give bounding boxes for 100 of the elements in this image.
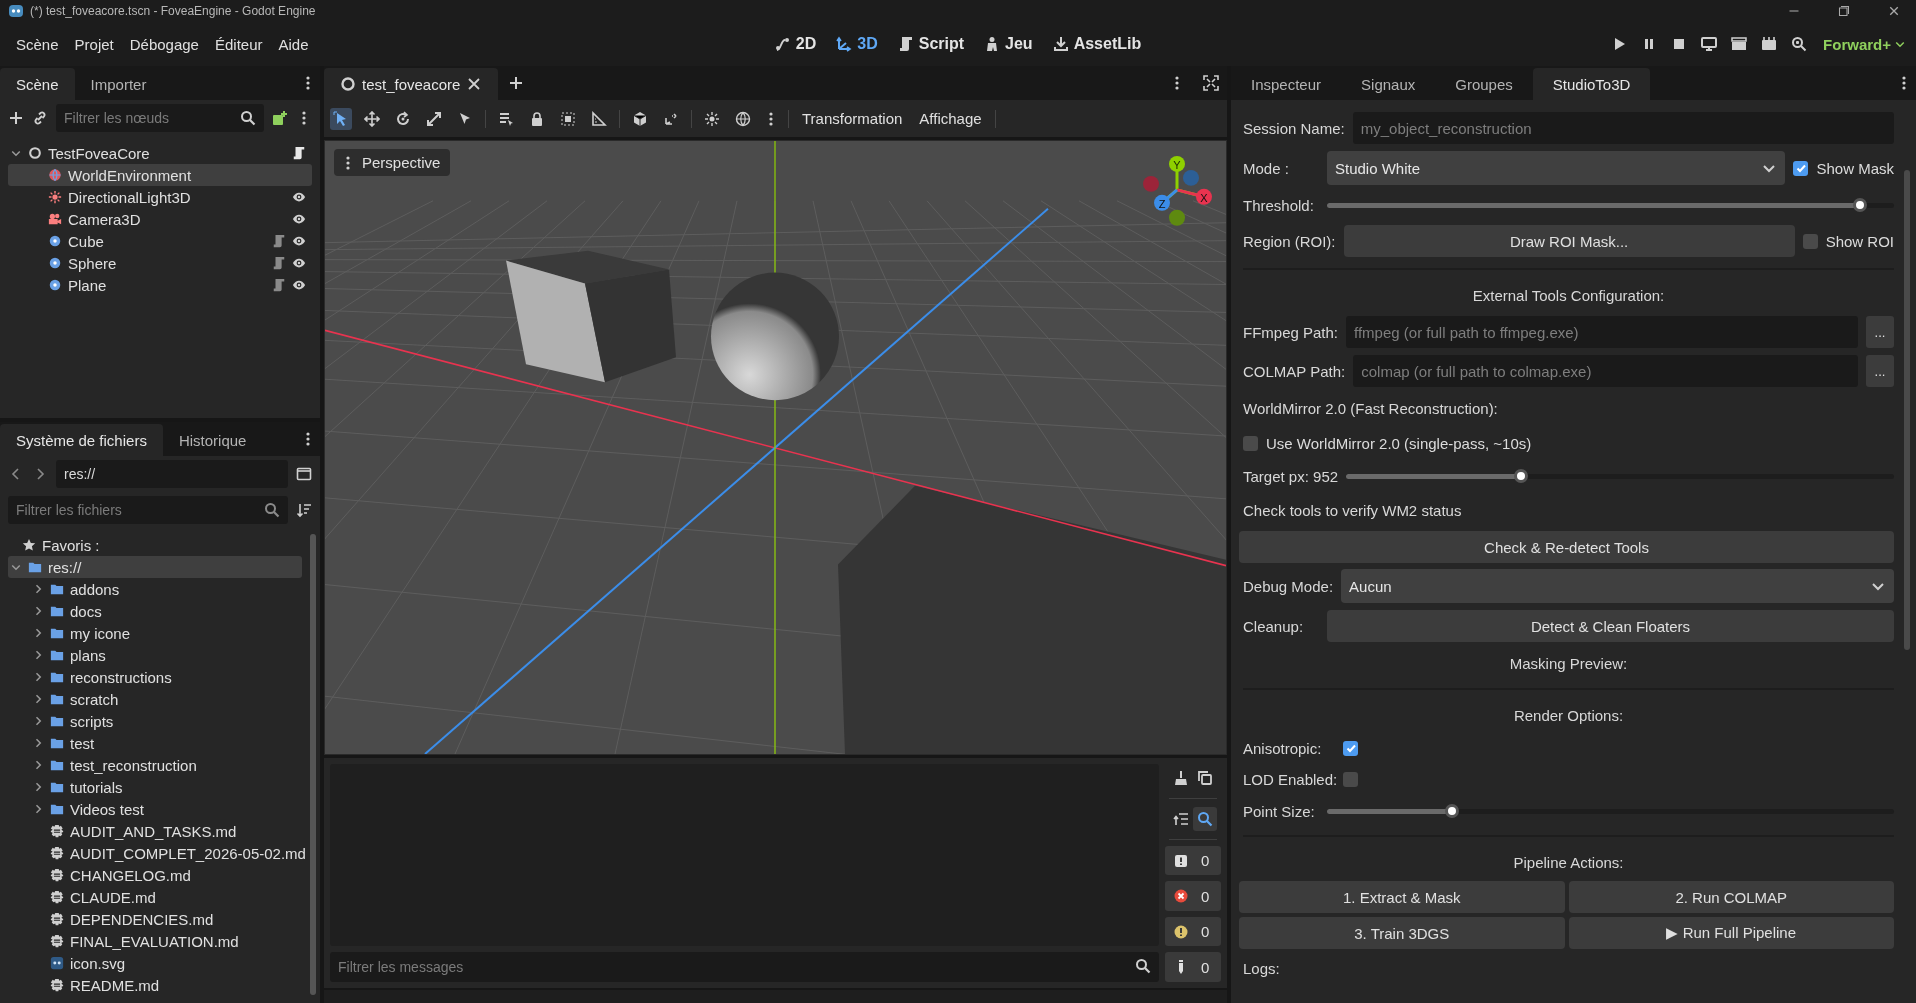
collapse-icon[interactable] xyxy=(1173,810,1189,827)
menu-item[interactable]: Projet xyxy=(66,31,122,57)
menu-item[interactable]: Débogage xyxy=(121,31,207,57)
menu-item[interactable]: Aide xyxy=(270,31,317,57)
checkbox[interactable] xyxy=(1793,160,1809,176)
eye-icon[interactable] xyxy=(292,256,306,270)
file-item[interactable]: plans xyxy=(8,644,302,666)
file-item[interactable]: AUDIT_AND_TASKS.md xyxy=(8,820,302,842)
tree-item[interactable]: Plane xyxy=(8,274,312,296)
eye-icon[interactable] xyxy=(292,234,306,248)
tab[interactable]: Historique xyxy=(162,424,263,456)
tree-item[interactable]: TestFoveaCore xyxy=(8,142,312,164)
tab[interactable]: Groupes xyxy=(1435,68,1533,100)
view-menu-button[interactable]: Perspective xyxy=(334,149,451,176)
file-item[interactable]: icon.svg xyxy=(8,952,302,974)
slider-thumb[interactable] xyxy=(1852,197,1867,212)
file-item[interactable]: scratch xyxy=(8,688,302,710)
file-item[interactable]: tutorials xyxy=(8,776,302,798)
filter-field[interactable]: Filtrer les messages xyxy=(330,952,1159,982)
tree-item[interactable]: Sphere xyxy=(8,252,312,274)
sort-icon[interactable] xyxy=(296,502,312,518)
layout-icon[interactable] xyxy=(296,466,312,482)
action-button[interactable]: ▶ Run Full Pipeline xyxy=(1568,917,1894,949)
tool-button[interactable] xyxy=(330,107,352,130)
broom-icon[interactable] xyxy=(1173,770,1189,786)
browse-button[interactable]: ... xyxy=(1866,355,1894,387)
slider-thumb[interactable] xyxy=(1514,468,1529,483)
filter-toggle[interactable]: 0 xyxy=(1165,952,1221,982)
filter-field[interactable]: Filtrer les fichiers xyxy=(8,496,288,524)
file-item[interactable]: CLAUDE.md xyxy=(8,886,302,908)
copy-icon[interactable] xyxy=(1197,770,1213,786)
action-button[interactable]: Detect & Clean Floaters xyxy=(1327,610,1894,642)
workspace-tab[interactable]: AssetLib xyxy=(1044,30,1150,58)
search-toggle[interactable] xyxy=(1193,806,1217,831)
eye-icon[interactable] xyxy=(292,212,306,226)
menu-item[interactable]: Éditeur xyxy=(206,31,271,57)
file-item[interactable]: FINAL_EVALUATION.md xyxy=(8,930,302,952)
tab[interactable]: StudioTo3D xyxy=(1532,68,1651,100)
action-button[interactable]: 3. Train 3DGS xyxy=(1239,917,1565,949)
script-icon[interactable] xyxy=(292,146,306,160)
clapperboard-icon[interactable] xyxy=(1731,36,1748,52)
file-item[interactable]: CHANGELOG.md xyxy=(8,864,302,886)
tab[interactable]: Signaux xyxy=(1341,68,1436,100)
filter-toggle[interactable]: 0 xyxy=(1165,916,1221,947)
menu-button[interactable]: Transformation xyxy=(798,107,907,130)
tree-item[interactable]: Cube xyxy=(8,230,312,252)
3d-viewport[interactable]: Y Z X Perspective xyxy=(324,140,1227,755)
filter-toggle[interactable]: 0 xyxy=(1165,881,1221,911)
scrollbar[interactable] xyxy=(1904,170,1910,650)
filter-toggle[interactable]: 0 xyxy=(1165,845,1221,876)
workspace-tab[interactable]: Jeu xyxy=(976,30,1041,58)
tab[interactable]: Importer xyxy=(74,68,163,100)
filter-field[interactable]: Filtrer les nœuds xyxy=(56,104,264,132)
fullscreen-icon[interactable] xyxy=(1203,75,1219,91)
checkbox[interactable] xyxy=(1243,435,1258,451)
file-item[interactable]: Videos test xyxy=(8,798,302,820)
tab[interactable]: Scène xyxy=(0,68,75,100)
add-icon[interactable] xyxy=(8,110,24,126)
menu-button[interactable]: Affichage xyxy=(915,107,986,130)
file-item[interactable]: reconstructions xyxy=(8,666,302,688)
tree-item[interactable]: WorldEnvironment xyxy=(8,164,312,186)
file-item[interactable]: docs xyxy=(8,600,302,622)
checkbox[interactable] xyxy=(1343,740,1358,756)
action-button[interactable]: 2. Run COLMAP xyxy=(1568,881,1894,913)
close-icon[interactable] xyxy=(466,76,483,92)
tree-item[interactable]: DirectionalLight3D xyxy=(8,186,312,208)
file-item[interactable]: README.md xyxy=(8,974,302,996)
dropdown[interactable]: Aucun xyxy=(1341,569,1894,603)
eye-icon[interactable] xyxy=(292,190,306,204)
monitor-icon[interactable] xyxy=(1701,36,1718,52)
path-field[interactable]: res:// xyxy=(56,460,288,488)
add-tab-icon[interactable] xyxy=(508,75,525,91)
tab[interactable]: Inspecteur xyxy=(1231,68,1342,100)
tree-item[interactable]: Camera3D xyxy=(8,208,312,230)
checkbox[interactable] xyxy=(1802,233,1818,249)
link-icon[interactable] xyxy=(32,110,48,126)
path-field[interactable]: ffmpeg (or full path to ffmpeg.exe) xyxy=(1346,316,1858,348)
menu-item[interactable]: Scène xyxy=(8,31,67,57)
file-item[interactable]: test_reconstruction xyxy=(8,754,302,776)
scene-tab[interactable]: test_foveacore xyxy=(324,68,499,100)
file-item[interactable]: my icone xyxy=(8,622,302,644)
maximize-icon[interactable] xyxy=(1838,5,1850,17)
clapperboard-icon[interactable] xyxy=(1761,36,1778,52)
path-field[interactable]: colmap (or full path to colmap.exe) xyxy=(1353,355,1858,387)
renderer-dropdown[interactable]: Forward+ xyxy=(1821,32,1908,56)
close-icon[interactable] xyxy=(1888,5,1900,17)
file-item[interactable]: DEPENDENCIES.md xyxy=(8,908,302,930)
checkbox[interactable] xyxy=(1343,771,1358,787)
workspace-tab[interactable]: 2D xyxy=(766,30,825,58)
slider-thumb[interactable] xyxy=(1444,803,1459,818)
action-button[interactable]: Draw ROI Mask... xyxy=(1343,225,1795,257)
file-item[interactable]: test xyxy=(8,732,302,754)
workspace-tab[interactable]: Script xyxy=(889,30,973,58)
dropdown[interactable]: Studio White xyxy=(1327,151,1786,185)
text-field[interactable]: my_object_reconstruction xyxy=(1352,112,1894,144)
workspace-tab[interactable]: 3D xyxy=(828,30,886,58)
browse-button[interactable]: ... xyxy=(1866,316,1894,348)
file-item[interactable]: scripts xyxy=(8,710,302,732)
axis-gizmo[interactable]: Y Z X xyxy=(1143,155,1212,226)
file-item[interactable]: res:// xyxy=(8,556,302,578)
